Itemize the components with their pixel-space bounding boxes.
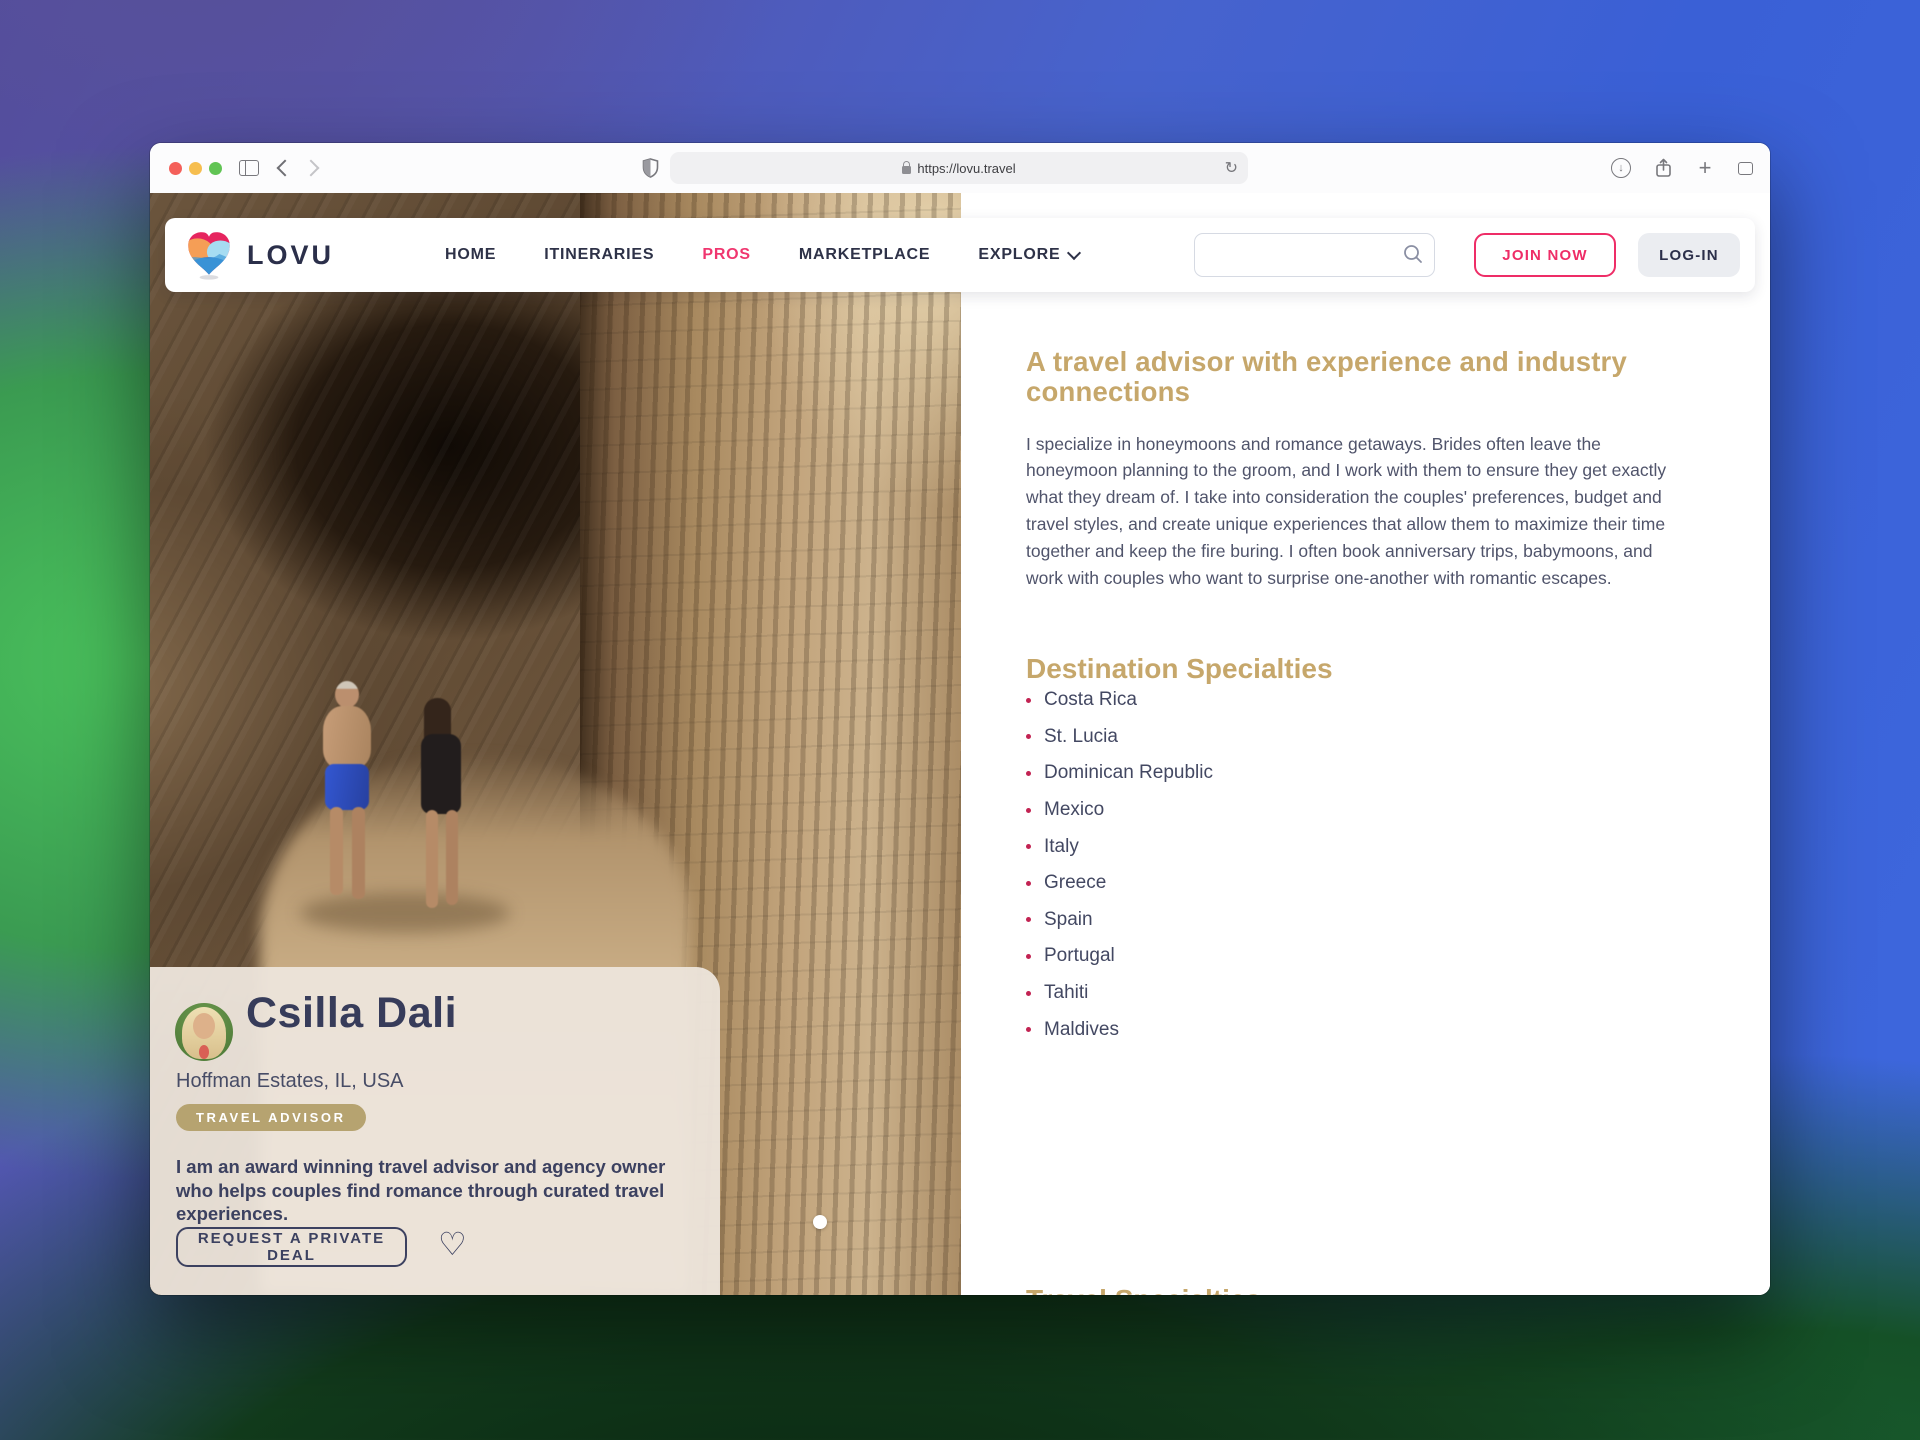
- tab-overview-icon[interactable]: [1732, 143, 1758, 193]
- specialty-item: St. Lucia: [1026, 719, 1213, 756]
- login-button[interactable]: LOG-IN: [1638, 233, 1740, 277]
- carousel-dot[interactable]: [813, 1215, 827, 1229]
- chevron-down-icon: [1067, 245, 1081, 259]
- share-icon[interactable]: [1650, 143, 1676, 193]
- destination-specialties-heading: Destination Specialties: [1026, 653, 1333, 685]
- main-nav: HOME ITINERARIES PROS MARKETPLACE EXPLOR…: [445, 218, 1079, 292]
- reload-icon[interactable]: ↻: [1225, 152, 1238, 184]
- advisor-bio: I am an award winning travel advisor and…: [176, 1155, 704, 1226]
- specialty-item: Spain: [1026, 902, 1213, 939]
- lovu-logo[interactable]: LOVU: [183, 229, 334, 281]
- travel-specialties-heading: Travel Specialties: [1026, 1284, 1261, 1295]
- specialty-item: Italy: [1026, 828, 1213, 865]
- new-tab-icon[interactable]: +: [1692, 143, 1718, 193]
- zoom-window-button[interactable]: [209, 162, 222, 175]
- search-box: [1194, 233, 1435, 277]
- search-icon[interactable]: [1402, 243, 1424, 265]
- profile-headline: A travel advisor with experience and ind…: [1026, 347, 1716, 407]
- advisor-location: Hoffman Estates, IL, USA: [176, 1070, 404, 1093]
- downloads-icon[interactable]: ↓: [1608, 143, 1634, 193]
- woman-figure: [408, 698, 478, 938]
- join-now-button[interactable]: JOIN NOW: [1474, 233, 1616, 277]
- profile-intro-text: I specialize in honeymoons and romance g…: [1026, 431, 1694, 592]
- nav-item-pros[interactable]: PROS: [702, 246, 751, 264]
- specialty-item: Costa Rica: [1026, 682, 1213, 719]
- advisor-role-badge: TRAVEL ADVISOR: [176, 1104, 366, 1131]
- specialty-item: Portugal: [1026, 938, 1213, 975]
- browser-window: https://lovu.travel ↻ ↓ +: [150, 143, 1770, 1295]
- address-bar[interactable]: https://lovu.travel ↻: [670, 152, 1248, 184]
- nav-item-marketplace[interactable]: MARKETPLACE: [799, 246, 930, 264]
- specialty-item: Tahiti: [1026, 975, 1213, 1012]
- specialty-item: Greece: [1026, 865, 1213, 902]
- minimize-window-button[interactable]: [189, 162, 202, 175]
- nav-item-itineraries[interactable]: ITINERARIES: [544, 246, 654, 264]
- browser-toolbar: https://lovu.travel ↻ ↓ +: [150, 143, 1770, 194]
- lock-icon: [902, 166, 911, 174]
- advisor-profile-card: Csilla Dali Hoffman Estates, IL, USA TRA…: [150, 967, 720, 1295]
- search-input[interactable]: [1207, 238, 1391, 272]
- brand-text: LOVU: [247, 240, 334, 271]
- destination-specialties-list: Costa RicaSt. LuciaDominican RepublicMex…: [1026, 682, 1213, 1048]
- close-window-button[interactable]: [169, 162, 182, 175]
- forward-icon[interactable]: [302, 143, 324, 193]
- nav-item-home[interactable]: HOME: [445, 246, 496, 264]
- specialty-item: Maldives: [1026, 1011, 1213, 1048]
- sidebar-toggle-icon[interactable]: [238, 143, 260, 193]
- url-text: https://lovu.travel: [917, 161, 1015, 176]
- nav-item-explore[interactable]: EXPLORE: [978, 246, 1079, 264]
- specialty-item: Mexico: [1026, 792, 1213, 829]
- back-icon[interactable]: [272, 143, 294, 193]
- man-figure: [315, 681, 385, 916]
- privacy-shield-icon[interactable]: [638, 143, 662, 193]
- advisor-name: Csilla Dali: [246, 989, 457, 1038]
- profile-details-panel: A travel advisor with experience and ind…: [961, 292, 1770, 1295]
- site-header: LOVU HOME ITINERARIES PROS MARKETPLACE E…: [165, 218, 1755, 292]
- wishlist-heart-icon[interactable]: ♡: [438, 1225, 467, 1263]
- lovu-heart-icon: [183, 229, 235, 281]
- request-private-deal-button[interactable]: REQUEST A PRIVATE DEAL: [176, 1227, 407, 1267]
- specialty-item: Dominican Republic: [1026, 755, 1213, 792]
- advisor-avatar[interactable]: [175, 1003, 233, 1061]
- webpage: A travel advisor with experience and ind…: [150, 193, 1770, 1295]
